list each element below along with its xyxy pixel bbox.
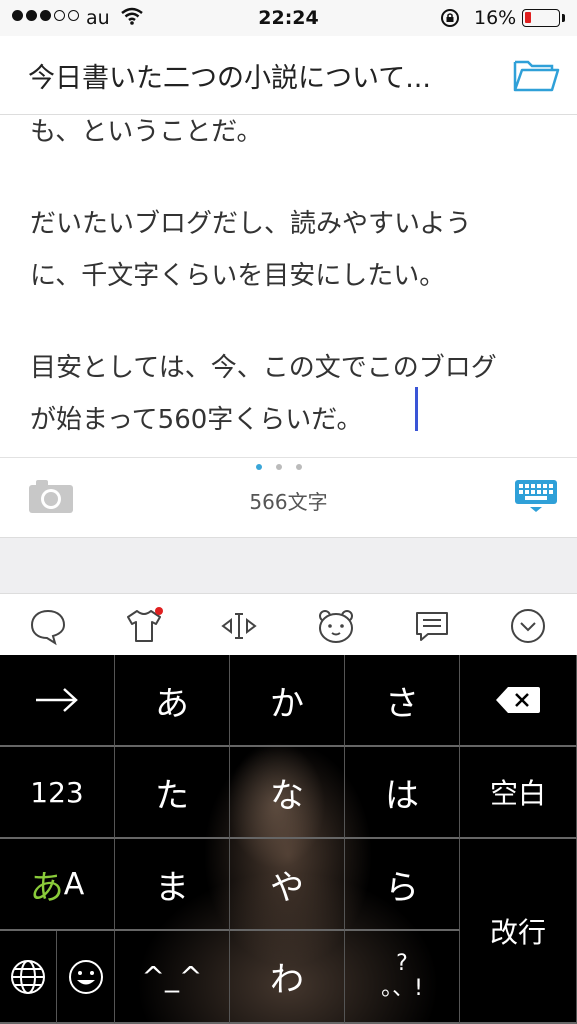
keyboard: あ か さ 123 た な は 空白 あA ま や ら 改行 ^_^ わ ? 。…	[0, 655, 577, 1024]
punctuation-key[interactable]: ? 。、!	[345, 931, 460, 1024]
enter-key[interactable]: 改行	[460, 839, 577, 1024]
keyboard-toolbar	[0, 593, 577, 656]
character-count: 566文字	[249, 490, 328, 514]
battery-percent: 16%	[474, 7, 517, 29]
numbers-key[interactable]: 123	[0, 747, 115, 839]
key-ta[interactable]: た	[115, 747, 230, 839]
folder-icon[interactable]	[512, 56, 560, 98]
editor-line: も、ということだ。	[30, 117, 263, 147]
globe-icon	[11, 959, 45, 994]
backspace-icon	[496, 687, 540, 713]
space-key[interactable]: 空白	[460, 747, 577, 839]
text-editor[interactable]: も、ということだ。 だいたいブログだし、読みやすいよう に、千文字くらいを目安に…	[0, 115, 577, 457]
message-icon[interactable]	[412, 606, 452, 646]
editor-line: に、千文字くらいを目安にしたい。	[30, 261, 446, 291]
emoji-key[interactable]	[57, 931, 115, 1024]
arrow-right-icon	[36, 688, 78, 712]
key-ka[interactable]: か	[230, 655, 345, 747]
rotation-lock-icon	[440, 8, 460, 33]
smiley-icon	[68, 959, 103, 994]
text-caret	[415, 387, 418, 431]
tshirt-icon[interactable]	[124, 606, 164, 646]
arrow-key[interactable]	[0, 655, 115, 747]
status-bar: au 22:24 16%	[0, 0, 577, 36]
header: 今日書いた二つの小説について...	[0, 36, 577, 115]
battery-icon	[522, 9, 565, 27]
key-wa[interactable]: わ	[230, 931, 345, 1024]
key-a[interactable]: あ	[115, 655, 230, 747]
document-title[interactable]: 今日書いた二つの小説について...	[28, 56, 498, 95]
key-ra[interactable]: ら	[345, 839, 460, 931]
key-sa[interactable]: さ	[345, 655, 460, 747]
editor-line: 目安としては、今、この文でこのブログ	[30, 353, 497, 383]
bear-face-icon[interactable]	[316, 606, 356, 646]
key-ha[interactable]: は	[345, 747, 460, 839]
input-mode-key[interactable]: あA	[0, 839, 115, 931]
page-indicator	[256, 464, 302, 470]
key-ma[interactable]: ま	[115, 839, 230, 931]
editor-footer: 566文字	[0, 457, 577, 538]
spacer	[0, 537, 577, 594]
cursor-move-icon[interactable]	[219, 606, 259, 646]
chevron-down-icon[interactable]	[508, 606, 548, 646]
key-na[interactable]: な	[230, 747, 345, 839]
mode-alpha-label: A	[63, 866, 85, 902]
speech-bubble-icon[interactable]	[28, 606, 68, 646]
editor-line: だいたいブログだし、読みやすいよう	[30, 209, 472, 239]
keyboard-icon[interactable]	[514, 478, 558, 518]
editor-line: が始まって560字くらいだ。	[30, 405, 363, 435]
globe-key[interactable]	[0, 931, 57, 1024]
delete-key[interactable]	[460, 655, 577, 747]
kaomoji-key[interactable]: ^_^	[115, 931, 230, 1024]
mode-hiragana-label: あ	[29, 867, 64, 908]
key-ya[interactable]: や	[230, 839, 345, 931]
